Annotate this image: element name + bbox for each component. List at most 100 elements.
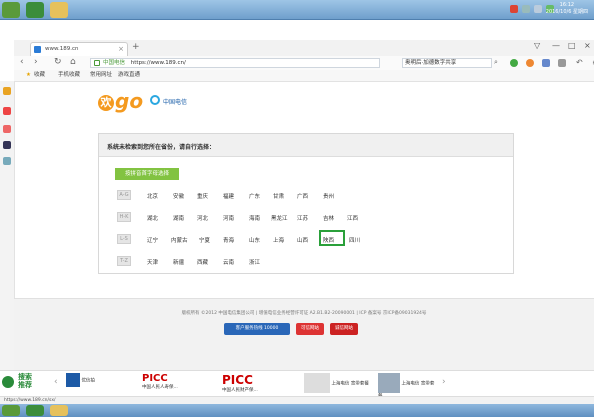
city-hebei[interactable]: 河北 — [197, 214, 208, 222]
clock[interactable]: 16:12 2016/10/6 星期四 — [546, 2, 588, 16]
close-window-icon[interactable]: × — [584, 41, 591, 50]
city-xizang[interactable]: 西藏 — [197, 258, 208, 266]
city-heilongjiang[interactable]: 黑龙江 — [271, 214, 288, 222]
city-shanghai[interactable]: 上海 — [273, 236, 284, 244]
sidebar-weibo-icon[interactable] — [3, 107, 11, 115]
ad-item-picc-life[interactable]: PICC 中国人民人寿保... — [142, 373, 214, 395]
new-tab-button[interactable]: + — [132, 42, 140, 53]
home-icon[interactable]: ⌂ — [70, 57, 76, 68]
city-zhejiang[interactable]: 浙江 — [249, 258, 260, 266]
extension-orange-icon[interactable] — [526, 59, 534, 67]
ad-item-telecom-2[interactable]: 上海电信 宽带套餐 — [378, 373, 438, 399]
ad-item-picc-property[interactable]: PICC 中国人民财产保... — [222, 373, 294, 395]
ad-item-youxinpai[interactable]: 优信拍 — [66, 373, 136, 395]
minimize-icon[interactable]: — — [552, 41, 560, 50]
left-sidebar — [0, 81, 15, 391]
forward-icon[interactable]: › — [34, 57, 38, 68]
city-xinjiang[interactable]: 新疆 — [173, 258, 184, 266]
city-guizhou[interactable]: 贵州 — [323, 192, 334, 200]
sidebar-star-icon[interactable] — [3, 87, 11, 95]
city-hainan[interactable]: 海南 — [249, 214, 260, 222]
bottom-folder-icon[interactable] — [50, 405, 68, 416]
bookmark-favorites[interactable]: 收藏 — [34, 70, 45, 81]
ad-bar: 搜索 推荐 ‹ 优信拍 PICC 中国人民人寿保... PICC 中国人民财产保… — [0, 370, 594, 399]
city-anhui[interactable]: 安徽 — [173, 192, 184, 200]
city-yunnan[interactable]: 云南 — [223, 258, 234, 266]
bookmark-games[interactable]: 游戏直通 — [118, 70, 140, 81]
city-hunan[interactable]: 湖南 — [173, 214, 184, 222]
start-button[interactable] — [2, 2, 20, 18]
trusted-site-badge[interactable]: 可信网站 — [296, 323, 324, 335]
city-jilin[interactable]: 吉林 — [323, 214, 334, 222]
tab-title: www.189.cn — [45, 46, 79, 52]
ad-search-label-2: 推荐 — [18, 381, 32, 389]
extension-blue-icon[interactable] — [542, 59, 550, 67]
address-bar[interactable]: 中国电信 https://www.189.cn/ — [90, 58, 380, 68]
taskbar-app-browser-icon[interactable] — [26, 2, 44, 18]
city-sichuan[interactable]: 四川 — [349, 236, 360, 244]
city-neimenggu[interactable]: 内蒙古 — [171, 236, 188, 244]
undo-icon[interactable]: ↶ — [576, 57, 583, 68]
tab-close-icon[interactable]: × — [118, 43, 124, 55]
sidebar-mail-icon[interactable] — [3, 125, 11, 133]
maximize-icon[interactable]: □ — [568, 41, 576, 50]
tab-189[interactable]: www.189.cn × — [30, 42, 128, 56]
bookmark-common[interactable]: 常用网址 — [90, 70, 112, 81]
bookmark-star-icon[interactable]: ★ — [26, 70, 31, 81]
group-key-l-s: L-S — [117, 234, 131, 244]
bottom-start-button[interactable] — [2, 405, 20, 416]
ad-picc-life-logo: PICC — [142, 373, 168, 384]
ad-picc-property-sub: 中国人民财产保... — [222, 388, 258, 393]
city-fujian[interactable]: 福建 — [223, 192, 234, 200]
back-icon[interactable]: ‹ — [20, 57, 24, 68]
city-guangxi[interactable]: 广西 — [297, 192, 308, 200]
bottom-browser-icon[interactable] — [26, 405, 44, 416]
search-input[interactable]: 奥明后·加德数字共享 — [402, 58, 492, 68]
credit-site-badge[interactable]: 诚信网站 — [330, 323, 358, 335]
tray-red-icon[interactable] — [510, 5, 518, 13]
city-qinghai[interactable]: 青海 — [223, 236, 234, 244]
city-shaanxi[interactable]: 陕西 — [323, 236, 334, 244]
refresh-icon[interactable]: ↻ — [54, 57, 62, 68]
city-hubei[interactable]: 湖北 — [147, 214, 158, 222]
search-icon[interactable]: ⌕ — [494, 57, 498, 68]
sidebar-doc-icon[interactable] — [3, 157, 11, 165]
ego-logo[interactable]: 欢 go — [98, 89, 143, 113]
tray-volume-icon[interactable] — [534, 5, 542, 13]
group-key-h-k: H-K — [117, 212, 131, 222]
city-gansu[interactable]: 甘肃 — [273, 192, 284, 200]
bookmark-mobile[interactable]: 手机收藏 — [58, 70, 80, 81]
ad-picc-property-logo: PICC — [222, 373, 253, 387]
hotline-badge[interactable]: 客户服务热线 10000 — [224, 323, 290, 335]
clock-time: 16:12 — [559, 2, 575, 8]
extension-green-icon[interactable] — [510, 59, 518, 67]
ad-telecom-1-image — [304, 373, 330, 393]
city-beijing[interactable]: 北京 — [147, 192, 158, 200]
tray-network-icon[interactable] — [522, 5, 530, 13]
city-shandong[interactable]: 山东 — [249, 236, 260, 244]
pinyin-select-button[interactable]: 按拼音首字母选择 — [115, 168, 179, 180]
group-key-t-z: T-Z — [117, 256, 131, 266]
city-guangdong[interactable]: 广东 — [249, 192, 260, 200]
taskbar-app-folder-icon[interactable] — [50, 2, 68, 18]
menu-icon[interactable]: ▽ — [534, 41, 540, 50]
extension-grid-icon[interactable] — [558, 59, 566, 67]
city-shanxi[interactable]: 山西 — [297, 236, 308, 244]
ad-item-telecom-1[interactable]: 上海电信 宽带套餐 — [304, 373, 370, 395]
ad-prev-icon[interactable]: ‹ — [54, 377, 58, 387]
city-ningxia[interactable]: 宁夏 — [199, 236, 210, 244]
sidebar-app-icon[interactable] — [3, 141, 11, 149]
telecom-logo-icon — [150, 95, 160, 105]
bookmarks-bar: ★ 收藏 手机收藏 常用网址 游戏直通 — [14, 70, 594, 82]
city-henan[interactable]: 河南 — [223, 214, 234, 222]
city-jiangxi[interactable]: 江西 — [347, 214, 358, 222]
city-jiangsu[interactable]: 江苏 — [297, 214, 308, 222]
lock-icon — [94, 60, 100, 66]
ad-next-icon[interactable]: › — [442, 377, 446, 387]
site-favicon-icon — [34, 46, 41, 53]
ad-search-logo-icon[interactable] — [2, 376, 14, 388]
ad-search-label[interactable]: 搜索 推荐 — [18, 373, 32, 389]
city-chongqing[interactable]: 重庆 — [197, 192, 208, 200]
city-liaoning[interactable]: 辽宁 — [147, 236, 158, 244]
city-tianjin[interactable]: 天津 — [147, 258, 158, 266]
